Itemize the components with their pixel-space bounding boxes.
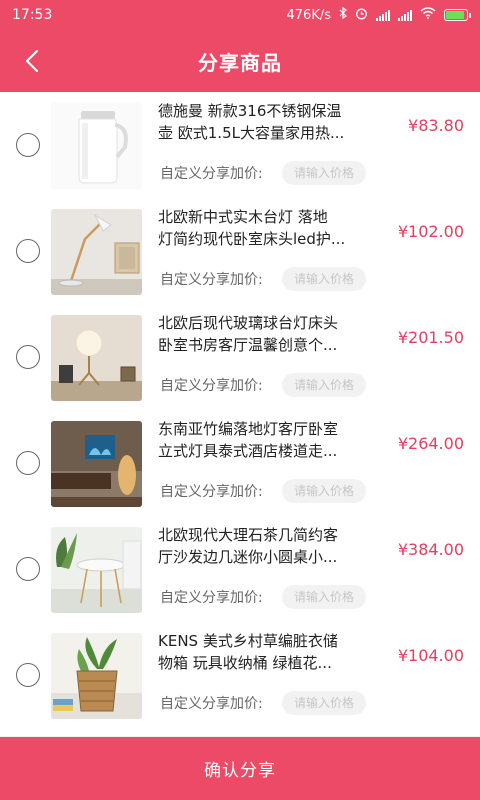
- product-title-line: 灯简约现代卧室床头led护...: [158, 230, 346, 248]
- product-title[interactable]: KENS 美式乡村草编脏衣储 物箱 玩具收纳桶 绿植花...: [158, 630, 370, 674]
- product-title-line: 壶 欧式1.5L大容量家用热...: [158, 124, 345, 142]
- page-title: 分享商品: [198, 50, 282, 75]
- network-speed: 476K/s: [286, 7, 332, 23]
- product-price: ¥104.00: [397, 646, 464, 665]
- markup-label: 自定义分享加价:: [160, 484, 263, 500]
- title-bar: 分享商品: [0, 30, 480, 92]
- product-price: ¥384.00: [397, 540, 464, 559]
- list-item: 北欧新中式实木台灯 落地 灯简约现代卧室床头led护... ¥102.00 自定…: [0, 198, 480, 304]
- select-radio[interactable]: [16, 345, 40, 369]
- product-title[interactable]: 北欧现代大理石茶几简约客 厅沙发边几迷你小圆桌小...: [158, 524, 370, 568]
- signal-icon-2: [398, 9, 412, 21]
- markup-label: 自定义分享加价:: [160, 696, 263, 712]
- list-item: 北欧现代大理石茶几简约客 厅沙发边几迷你小圆桌小... ¥384.00 自定义分…: [0, 516, 480, 622]
- signal-icon: [376, 9, 390, 21]
- product-image-wicker-basket: [51, 633, 142, 719]
- product-title-line: 卧室书房客厅温馨创意个...: [158, 336, 338, 354]
- list-item: 北欧后现代玻璃球台灯床头 卧室书房客厅温馨创意个... ¥201.50 自定义分…: [0, 304, 480, 410]
- product-price: ¥201.50: [397, 328, 464, 347]
- markup-price-input[interactable]: [282, 479, 366, 503]
- markup-price-input[interactable]: [282, 267, 366, 291]
- product-title[interactable]: 北欧后现代玻璃球台灯床头 卧室书房客厅温馨创意个...: [158, 312, 370, 356]
- product-list: 德施曼 新款316不锈钢保温 壶 欧式1.5L大容量家用热... ¥83.80 …: [0, 92, 480, 736]
- list-item: KENS 美式乡村草编脏衣储 物箱 玩具收纳桶 绿植花... ¥104.00 自…: [0, 622, 480, 728]
- confirm-share-button[interactable]: 确认分享: [0, 737, 480, 800]
- markup-label: 自定义分享加价:: [160, 272, 263, 288]
- select-radio[interactable]: [16, 451, 40, 475]
- product-image-bamboo-lamp: [51, 421, 142, 507]
- status-time: 17:53: [12, 7, 53, 23]
- list-item: 东南亚竹编落地灯客厅卧室 立式灯具泰式酒店楼道走... ¥264.00 自定义分…: [0, 410, 480, 516]
- product-title-line: 物箱 玩具收纳桶 绿植花...: [158, 654, 332, 672]
- product-title-line: 立式灯具泰式酒店楼道走...: [158, 442, 338, 460]
- markup-price-input[interactable]: [282, 373, 366, 397]
- status-icons: 476K/s: [286, 6, 471, 24]
- select-radio[interactable]: [16, 557, 40, 581]
- product-title-line: 德施曼 新款316不锈钢保温: [158, 102, 342, 120]
- select-radio[interactable]: [16, 239, 40, 263]
- product-title[interactable]: 德施曼 新款316不锈钢保温 壶 欧式1.5L大容量家用热...: [158, 100, 370, 144]
- product-price: ¥102.00: [397, 222, 464, 241]
- product-price: ¥264.00: [397, 434, 464, 453]
- battery-icon: [444, 9, 471, 21]
- markup-price-input[interactable]: [282, 161, 366, 185]
- markup-price-input[interactable]: [282, 691, 366, 715]
- chevron-left-icon: [25, 49, 39, 73]
- product-image-side-table: [51, 527, 142, 613]
- select-radio[interactable]: [16, 133, 40, 157]
- product-title-line: 北欧现代大理石茶几简约客: [158, 526, 339, 544]
- markup-price-input[interactable]: [282, 585, 366, 609]
- product-title-line: 北欧后现代玻璃球台灯床头: [158, 314, 339, 332]
- product-image-desk-lamp: [51, 209, 142, 295]
- product-title-line: 厅沙发边几迷你小圆桌小...: [158, 548, 338, 566]
- product-title[interactable]: 北欧新中式实木台灯 落地 灯简约现代卧室床头led护...: [158, 206, 370, 250]
- product-title-line: 东南亚竹编落地灯客厅卧室: [158, 420, 339, 438]
- markup-label: 自定义分享加价:: [160, 166, 263, 182]
- wifi-icon: [420, 7, 436, 23]
- bluetooth-icon: [339, 6, 347, 23]
- alarm-icon: [355, 7, 368, 24]
- markup-label: 自定义分享加价:: [160, 378, 263, 394]
- select-radio[interactable]: [16, 663, 40, 687]
- product-title-line: KENS 美式乡村草编脏衣储: [158, 632, 338, 650]
- markup-label: 自定义分享加价:: [160, 590, 263, 606]
- status-bar: 17:53 476K/s: [0, 0, 480, 30]
- back-button[interactable]: [18, 47, 46, 75]
- list-item: 德施曼 新款316不锈钢保温 壶 欧式1.5L大容量家用热... ¥83.80 …: [0, 92, 480, 198]
- product-price: ¥83.80: [408, 116, 464, 135]
- product-image-globe-lamp: [51, 315, 142, 401]
- product-title[interactable]: 东南亚竹编落地灯客厅卧室 立式灯具泰式酒店楼道走...: [158, 418, 370, 462]
- product-image-thermos: [51, 103, 142, 189]
- product-title-line: 北欧新中式实木台灯 落地: [158, 208, 328, 226]
- battery-fill: [446, 11, 464, 19]
